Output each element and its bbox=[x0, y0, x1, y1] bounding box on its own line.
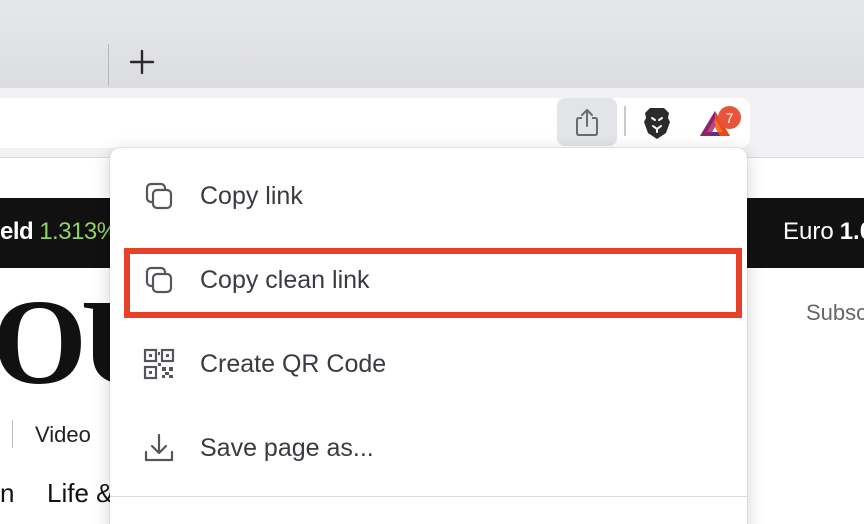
menu-item-label: Save page as... bbox=[200, 433, 374, 462]
share-icon bbox=[576, 109, 598, 136]
ticker-left: eld 1.313% bbox=[0, 218, 118, 246]
section-link-life[interactable]: Life & bbox=[47, 478, 114, 509]
qr-code-icon bbox=[142, 347, 176, 381]
toolbar-divider bbox=[624, 106, 626, 136]
ticker-left-value: 1.313% bbox=[39, 218, 118, 245]
tab-strip bbox=[0, 0, 864, 88]
share-button[interactable] bbox=[557, 98, 617, 146]
brave-shields-button[interactable] bbox=[638, 104, 676, 142]
menu-item-save-page-as[interactable]: Save page as... bbox=[110, 408, 747, 488]
ticker-right-value: 1.0 bbox=[839, 218, 864, 245]
section-link-left[interactable]: n bbox=[0, 478, 14, 509]
menu-divider bbox=[110, 496, 747, 497]
menu-item-label: Copy link bbox=[200, 181, 303, 210]
subscribe-link[interactable]: Subsc bbox=[806, 300, 864, 326]
copy-icon bbox=[142, 179, 176, 213]
tab-divider bbox=[108, 44, 109, 86]
brave-lion-icon bbox=[644, 108, 670, 139]
menu-item-copy-link[interactable]: Copy link bbox=[110, 156, 747, 236]
nav-divider bbox=[12, 420, 13, 448]
plus-icon bbox=[129, 49, 155, 75]
ticker-right: Euro1.0 bbox=[783, 218, 864, 246]
share-menu: Copy link Copy clean link Create QR Code… bbox=[110, 148, 747, 524]
extension-badge: 7 bbox=[718, 106, 741, 129]
download-icon bbox=[142, 431, 176, 465]
new-tab-button[interactable] bbox=[124, 44, 160, 80]
ticker-right-label: Euro bbox=[783, 218, 834, 245]
nav-video-link[interactable]: Video bbox=[35, 422, 91, 448]
highlight-box bbox=[124, 248, 742, 318]
menu-item-label: Create QR Code bbox=[200, 349, 387, 378]
menu-item-create-qr-code[interactable]: Create QR Code bbox=[110, 324, 747, 404]
ticker-left-label: eld bbox=[0, 218, 34, 245]
